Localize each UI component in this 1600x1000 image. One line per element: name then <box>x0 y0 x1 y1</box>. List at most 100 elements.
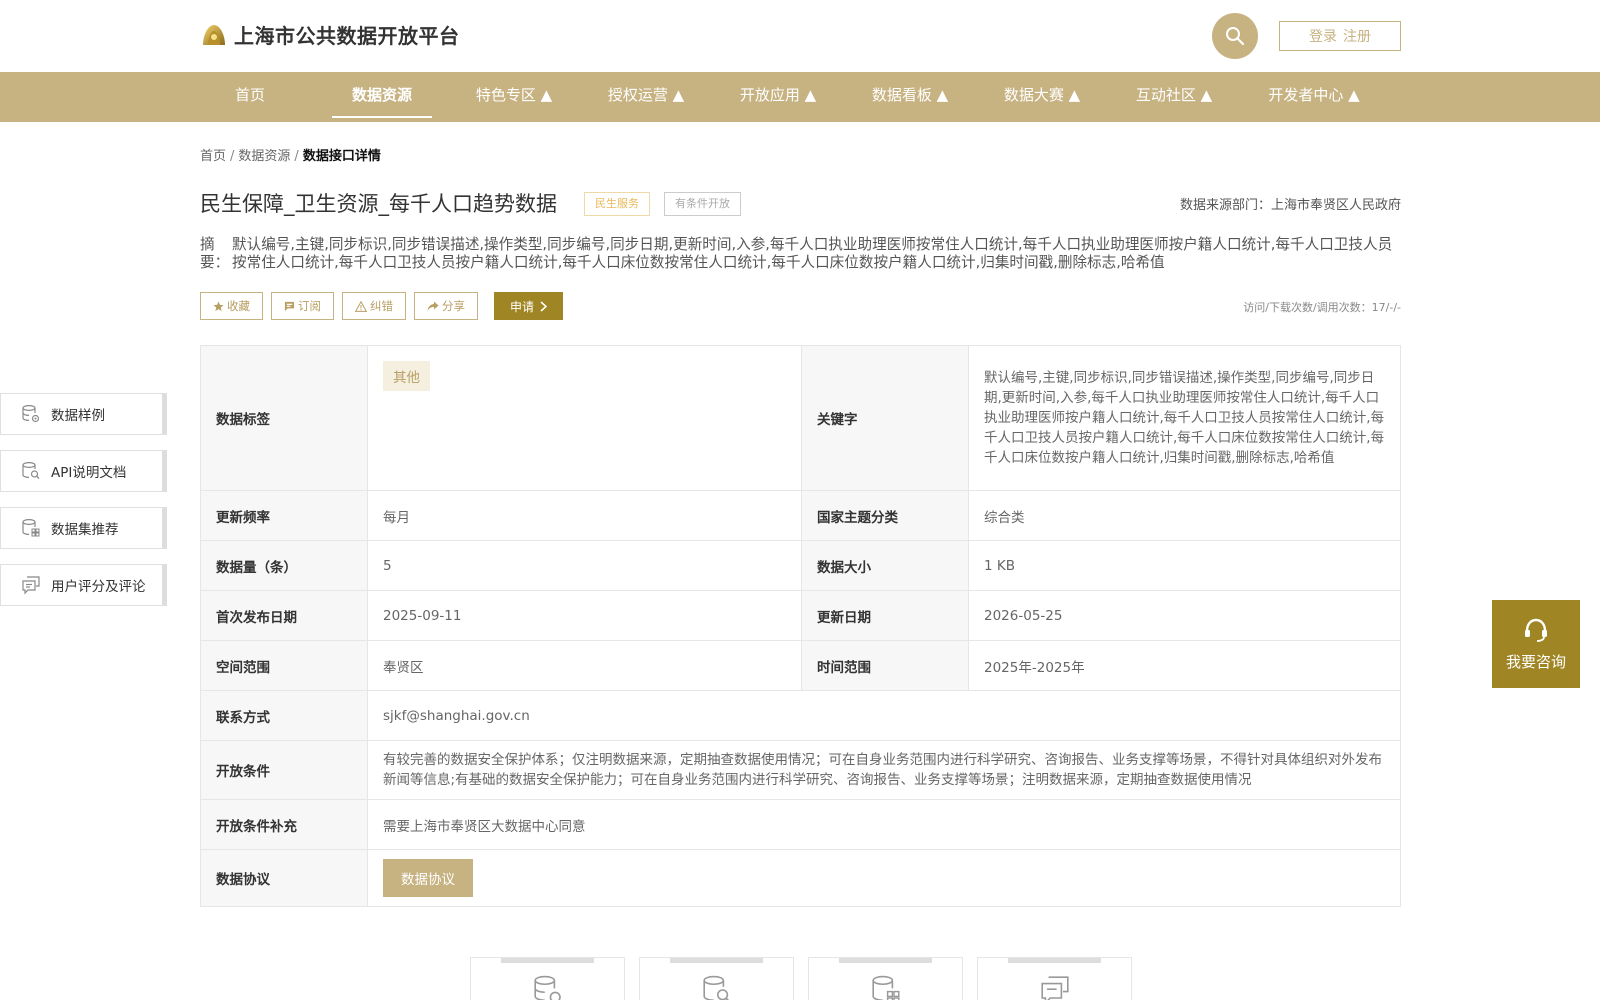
table-row: 数据协议 数据协议 <box>200 849 1401 907</box>
summary-text: 默认编号,主键,同步标识,同步错误描述,操作类型,同步编号,同步日期,更新时间,… <box>232 236 1393 271</box>
count-label: 数据量（条） <box>200 540 368 591</box>
database-gear-icon <box>22 404 40 423</box>
nav-item-special-zone[interactable]: 特色专区 ▲ <box>466 72 562 122</box>
report-error-button[interactable]: 纠错 <box>342 292 406 320</box>
table-row: 更新频率 每月 国家主题分类 综合类 <box>200 490 1401 541</box>
report-error-label: 纠错 <box>370 299 393 313</box>
table-row: 首次发布日期 2025-09-11 更新日期 2026-05-25 <box>200 590 1401 641</box>
register-link[interactable]: 注册 <box>1343 26 1371 46</box>
condition-extra-value: 需要上海市奉贤区大数据中心同意 <box>367 799 1401 850</box>
nav-item-open-apps[interactable]: 开放应用 ▲ <box>730 72 826 122</box>
condition-extra-label: 开放条件补充 <box>200 799 368 850</box>
logo-emblem-icon <box>203 24 225 45</box>
tags-label: 数据标签 <box>200 345 368 491</box>
nav-item-data-dashboard[interactable]: 数据看板 ▲ <box>862 72 958 122</box>
database-grid-icon <box>22 518 40 537</box>
sidemenu-item-ratings-comments[interactable]: 用户评分及评论 <box>0 564 167 606</box>
dataset-summary: 摘要： 默认编号,主键,同步标识,同步错误描述,操作类型,同步编号,同步日期,更… <box>200 236 1401 272</box>
breadcrumb-section[interactable]: 数据资源 <box>238 149 290 164</box>
source-department: 数据来源部门：上海市奉贤区人民政府 <box>1179 198 1401 213</box>
space-value: 奉贤区 <box>367 640 802 691</box>
favorite-button[interactable]: 收藏 <box>200 292 263 320</box>
sidemenu-item-data-sample[interactable]: 数据样例 <box>0 393 167 435</box>
sidemenu-label: API说明文档 <box>51 465 127 481</box>
breadcrumb-separator: / <box>294 149 299 164</box>
consult-label: 我要咨询 <box>1505 652 1566 671</box>
warning-icon <box>355 300 367 312</box>
chevron-right-icon <box>540 300 548 312</box>
condition-label: 开放条件 <box>200 740 368 800</box>
breadcrumb: 首页 / 数据资源 / 数据接口详情 <box>200 145 381 164</box>
time-label: 时间范围 <box>801 640 969 691</box>
nav-item-home[interactable]: 首页 <box>220 72 280 122</box>
data-protocol-button[interactable]: 数据协议 <box>383 859 473 897</box>
breadcrumb-home[interactable]: 首页 <box>200 149 226 164</box>
document-search-icon <box>702 975 729 1000</box>
apply-label: 申请 <box>510 299 535 314</box>
table-row: 开放条件 有较完善的数据安全保护体系；仅注明数据来源，定期抽查数据使用情况；可在… <box>200 740 1401 800</box>
freq-value: 每月 <box>367 490 802 541</box>
site-header: 上海市公共数据开放平台 登录 注册 <box>0 0 1600 72</box>
search-button[interactable] <box>1212 13 1258 59</box>
page-title: 民生保障_卫生资源_每千人口趋势数据 <box>200 192 557 216</box>
contact-label: 联系方式 <box>200 690 368 741</box>
table-row: 联系方式 sjkf@shanghai.gov.cn <box>200 690 1401 741</box>
share-button[interactable]: 分享 <box>414 292 478 320</box>
bottom-card-ratings-comments[interactable] <box>977 957 1132 1000</box>
nav-item-data-resources[interactable]: 数据资源 <box>332 72 432 122</box>
contact-value: sjkf@shanghai.gov.cn <box>367 690 1401 741</box>
apply-button[interactable]: 申请 <box>494 292 564 320</box>
favorite-label: 收藏 <box>227 299 250 313</box>
nav-item-data-contest[interactable]: 数据大赛 ▲ <box>994 72 1090 122</box>
dataset-title-row: 民生保障_卫生资源_每千人口趋势数据 民生服务 有条件开放 数据来源部门：上海市… <box>200 188 1401 218</box>
star-icon <box>213 300 224 311</box>
nav-item-community[interactable]: 互动社区 ▲ <box>1126 72 1222 122</box>
freq-label: 更新频率 <box>200 490 368 541</box>
breadcrumb-current: 数据接口详情 <box>302 149 381 164</box>
update-label: 更新日期 <box>801 590 969 641</box>
protocol-label: 数据协议 <box>200 849 368 907</box>
condition-value: 有较完善的数据安全保护体系；仅注明数据来源，定期抽查数据使用情况；可在自身业务范… <box>367 740 1401 800</box>
bottom-card-data-sample[interactable] <box>470 957 625 1000</box>
protocol-cell: 数据协议 <box>367 849 1401 907</box>
breadcrumb-separator: / <box>230 149 235 164</box>
comment-icon <box>22 576 40 595</box>
sidemenu-label: 数据样例 <box>51 408 105 424</box>
sidemenu-label: 用户评分及评论 <box>51 579 146 595</box>
action-bar: 收藏 订阅 纠错 分享 申请 <box>200 292 564 320</box>
keywords-label: 关键字 <box>801 345 969 491</box>
comment-icon <box>1040 976 1069 1000</box>
table-row: 数据标签 其他 关键字 默认编号,主键,同步标识,同步错误描述,操作类型,同步编… <box>200 345 1401 491</box>
subscribe-label: 订阅 <box>298 299 321 313</box>
tags-cell: 其他 <box>367 345 802 491</box>
table-row: 数据量（条） 5 数据大小 1 KB <box>200 540 1401 591</box>
keywords-cell: 默认编号,主键,同步标识,同步错误描述,操作类型,同步编号,同步日期,更新时间,… <box>968 345 1401 491</box>
table-row: 开放条件补充 需要上海市奉贤区大数据中心同意 <box>200 799 1401 850</box>
count-value: 5 <box>367 540 802 591</box>
size-value: 1 KB <box>968 540 1401 591</box>
bottom-card-dataset-recommend[interactable] <box>808 957 963 1000</box>
space-label: 空间范围 <box>200 640 368 691</box>
first-pub-value: 2025-09-11 <box>367 590 802 641</box>
document-search-icon <box>22 461 40 479</box>
share-icon <box>427 301 439 311</box>
nav-item-developer[interactable]: 开发者中心 ▲ <box>1258 72 1370 122</box>
open-type-tag: 有条件开放 <box>664 192 741 216</box>
login-link[interactable]: 登录 <box>1309 26 1337 46</box>
tag-pill[interactable]: 其他 <box>383 361 430 391</box>
consult-button[interactable]: 我要咨询 <box>1492 600 1580 688</box>
time-value: 2025年-2025年 <box>968 640 1401 691</box>
sidemenu-item-api-docs[interactable]: API说明文档 <box>0 450 167 492</box>
summary-label: 摘要： <box>200 236 230 271</box>
database-grid-icon <box>871 975 900 1000</box>
size-label: 数据大小 <box>801 540 969 591</box>
bottom-card-api-docs[interactable] <box>639 957 794 1000</box>
headset-icon <box>1525 618 1547 642</box>
subscribe-button[interactable]: 订阅 <box>271 292 334 320</box>
table-row: 空间范围 奉贤区 时间范围 2025年-2025年 <box>200 640 1401 691</box>
visit-count: 访问/下载次数/调用次数：17/-/- <box>1243 301 1401 314</box>
site-logo[interactable]: 上海市公共数据开放平台 <box>200 20 460 49</box>
sidemenu-item-dataset-recommend[interactable]: 数据集推荐 <box>0 507 167 549</box>
nav-item-authorized-ops[interactable]: 授权运营 ▲ <box>598 72 694 122</box>
database-gear-icon <box>533 975 561 1000</box>
